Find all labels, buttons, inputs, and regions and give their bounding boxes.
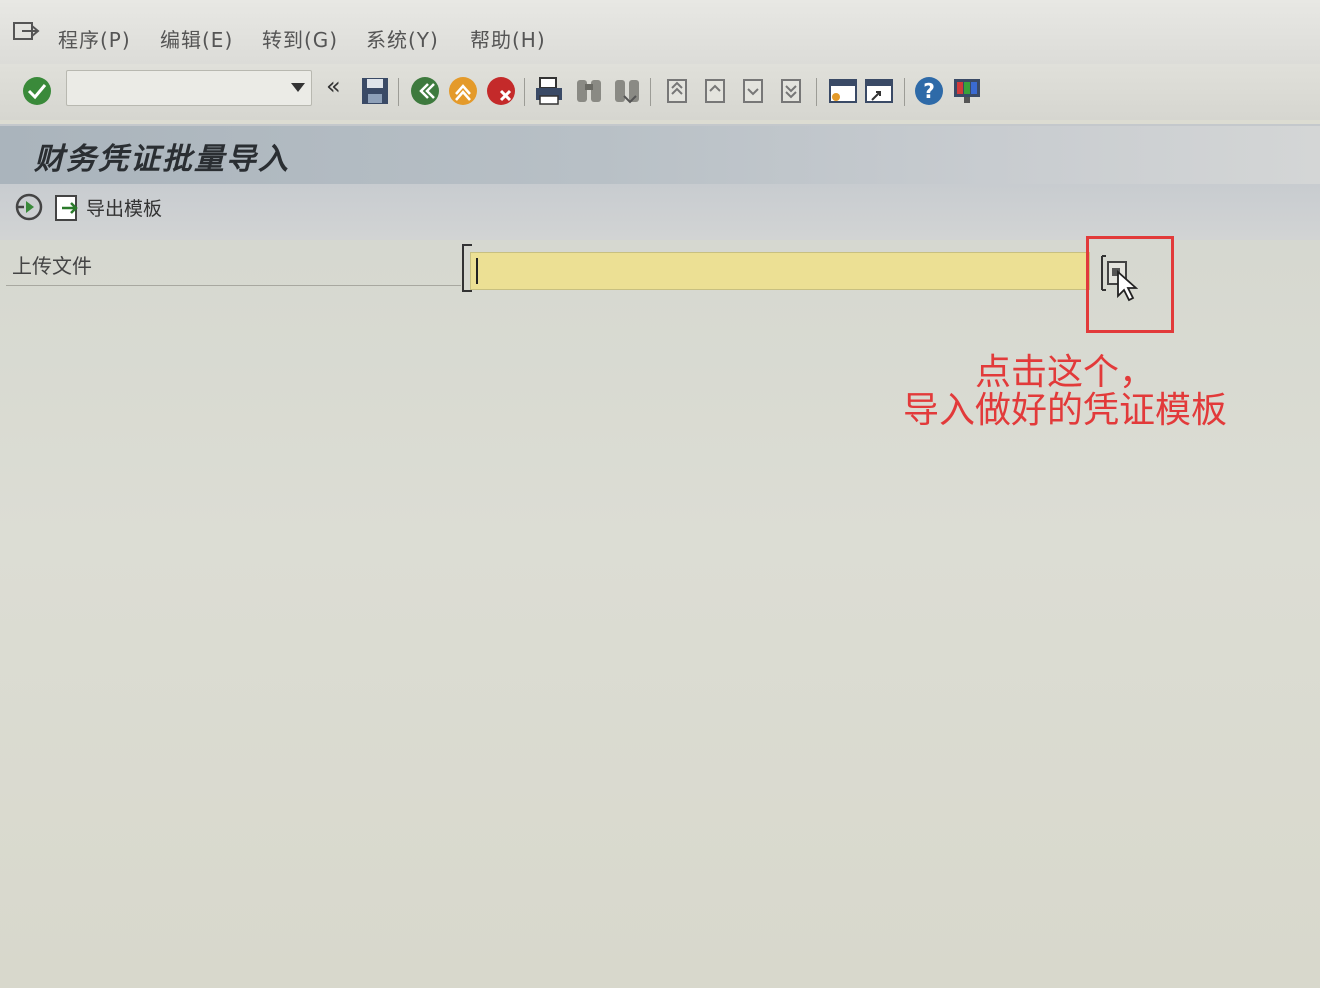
menu-system[interactable]: 系统(Y) [366, 24, 439, 53]
first-page-icon[interactable] [660, 74, 694, 108]
annotation-line-1: 点击这个， [974, 352, 1155, 393]
page-title: 财务凭证批量导入 [34, 142, 290, 177]
export-template-label: 导出模板 [86, 197, 163, 220]
chevron-down-icon[interactable] [291, 83, 305, 92]
create-session-icon[interactable] [826, 74, 860, 108]
save-icon[interactable] [358, 74, 392, 108]
annotation-text: 点击这个， 导入做好的凭证模板 [890, 354, 1240, 430]
application-toolbar: 导出模板 [0, 184, 1320, 240]
exit-menu-icon[interactable] [12, 20, 40, 44]
upload-file-input[interactable] [470, 252, 1090, 290]
collapse-command-icon[interactable]: « [326, 72, 341, 100]
cancel-icon[interactable] [484, 74, 518, 108]
annotation-line-2: 导入做好的凭证模板 [902, 390, 1227, 431]
next-page-icon[interactable] [736, 74, 770, 108]
last-page-icon[interactable] [774, 74, 808, 108]
export-icon [55, 195, 78, 221]
print-icon[interactable] [532, 74, 566, 108]
command-input[interactable] [67, 71, 285, 101]
exit-icon[interactable] [446, 74, 480, 108]
menu-edit[interactable]: 编辑(E) [160, 24, 233, 53]
back-icon[interactable] [408, 74, 442, 108]
menu-bar: 程序(P) 编辑(E) 转到(G) 系统(Y) 帮助(H) [0, 0, 1320, 64]
menu-program[interactable]: 程序(P) [58, 24, 131, 53]
menu-goto[interactable]: 转到(G) [262, 24, 338, 53]
execute-icon[interactable] [14, 192, 44, 222]
title-bar: 财务凭证批量导入 [0, 124, 1320, 186]
shortcut-icon[interactable] [862, 74, 896, 108]
enter-check-icon[interactable] [20, 74, 54, 108]
text-cursor [476, 258, 478, 284]
label-divider [6, 285, 461, 286]
export-template-button[interactable]: 导出模板 [52, 190, 162, 224]
command-field[interactable] [66, 70, 312, 106]
svg-text:?: ? [923, 79, 935, 103]
customize-layout-icon[interactable] [950, 74, 984, 108]
previous-page-icon[interactable] [698, 74, 732, 108]
find-icon[interactable] [572, 74, 606, 108]
upload-file-label: 上传文件 [12, 254, 92, 278]
annotation-highlight-box [1086, 236, 1174, 333]
find-next-icon[interactable] [610, 74, 644, 108]
help-icon[interactable]: ? [912, 74, 946, 108]
menu-help[interactable]: 帮助(H) [470, 24, 546, 53]
